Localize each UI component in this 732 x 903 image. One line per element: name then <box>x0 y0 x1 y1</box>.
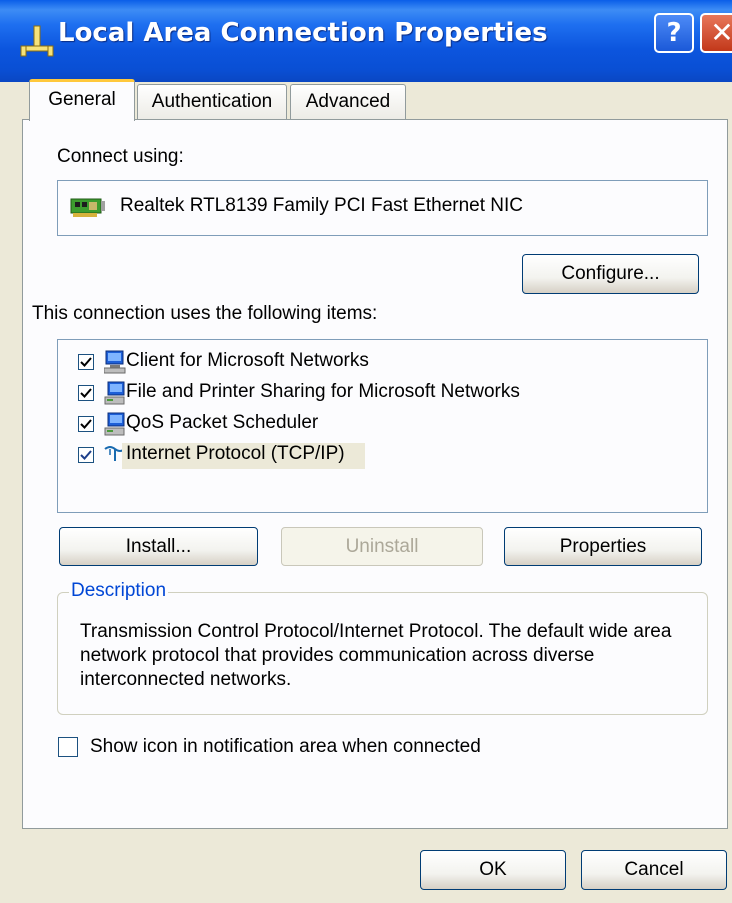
adapter-field: Realtek RTL8139 Family PCI Fast Ethernet… <box>57 180 708 236</box>
network-service-icon <box>104 412 126 443</box>
show-icon-checkbox[interactable] <box>58 737 78 757</box>
ok-button[interactable]: OK <box>420 850 566 890</box>
adapter-name: Realtek RTL8139 Family PCI Fast Ethernet… <box>120 195 524 216</box>
network-card-icon <box>69 196 107 227</box>
connect-using-label: Connect using: <box>57 146 184 167</box>
item-label: QoS Packet Scheduler <box>126 412 319 433</box>
show-icon-label: Show icon in notification area when conn… <box>90 736 481 757</box>
properties-button[interactable]: Properties <box>504 527 702 566</box>
configure-button[interactable]: Configure... <box>522 254 699 294</box>
connection-items-list[interactable]: Client for Microsoft Networks File and P… <box>57 339 708 513</box>
item-checkbox[interactable] <box>78 416 94 432</box>
uninstall-button[interactable]: Uninstall <box>281 527 483 566</box>
item-label: Internet Protocol (TCP/IP) <box>122 443 365 469</box>
item-checkbox[interactable] <box>78 447 94 463</box>
network-client-icon <box>103 350 126 379</box>
install-button[interactable]: Install... <box>59 527 258 566</box>
general-tab-content: Connect using: Realtek RTL8139 Family PC… <box>0 0 732 903</box>
description-text: Transmission Control Protocol/Internet P… <box>80 621 672 690</box>
properties-dialog: Local Area Connection Properties ? ✕ Gen… <box>0 0 732 903</box>
item-checkbox[interactable] <box>78 354 94 370</box>
cancel-button[interactable]: Cancel <box>581 850 727 890</box>
item-label: Client for Microsoft Networks <box>126 350 369 371</box>
item-label: File and Printer Sharing for Microsoft N… <box>126 381 520 402</box>
description-title: Description <box>69 580 169 602</box>
item-checkbox[interactable] <box>78 385 94 401</box>
items-label: This connection uses the following items… <box>32 303 378 324</box>
network-service-icon <box>104 381 126 412</box>
